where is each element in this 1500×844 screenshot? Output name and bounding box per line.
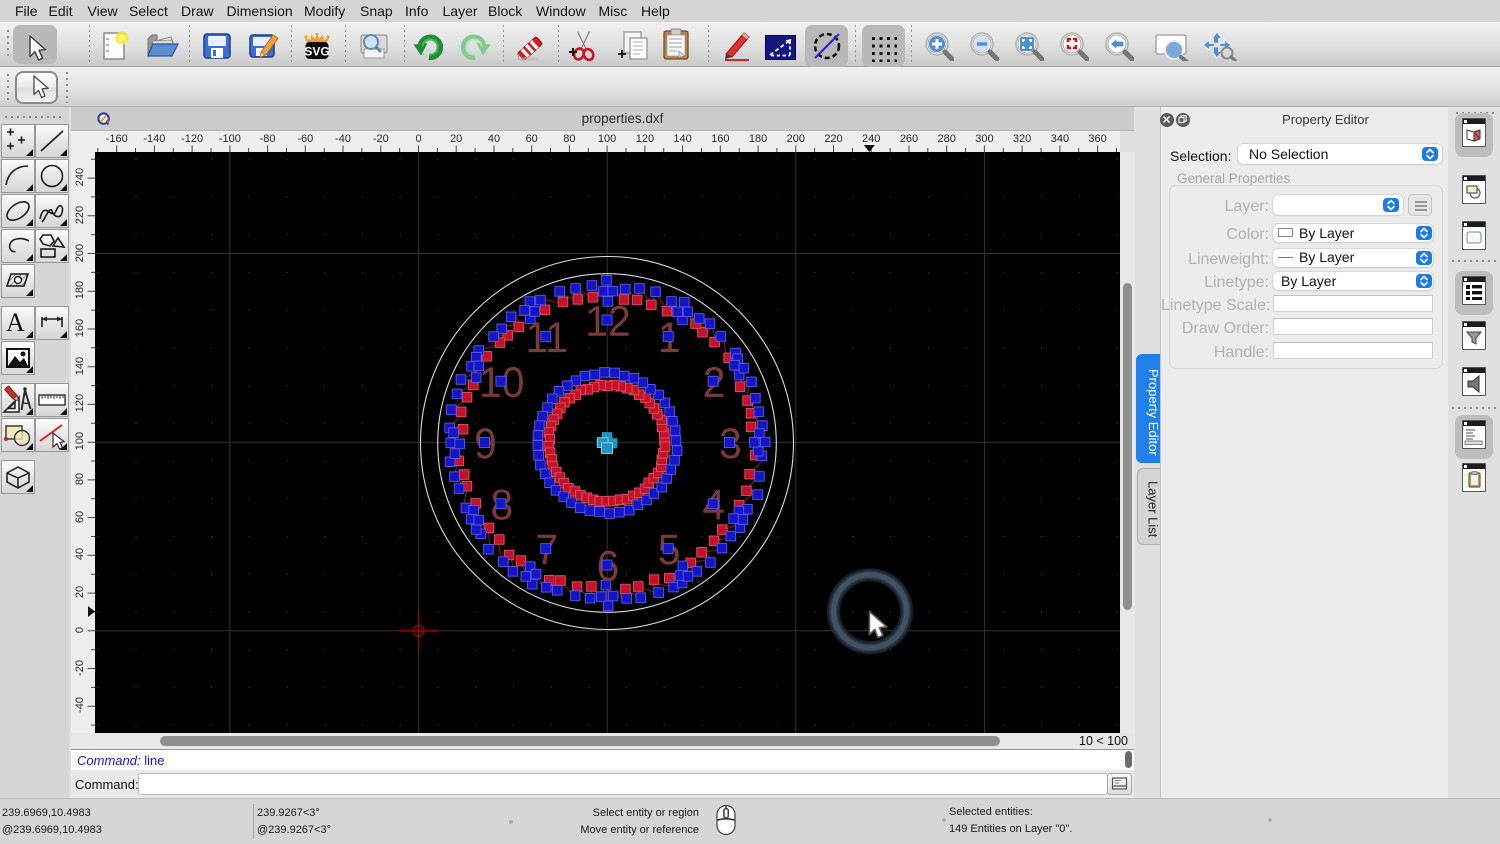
svg-text:SVG: SVG [304, 45, 329, 59]
